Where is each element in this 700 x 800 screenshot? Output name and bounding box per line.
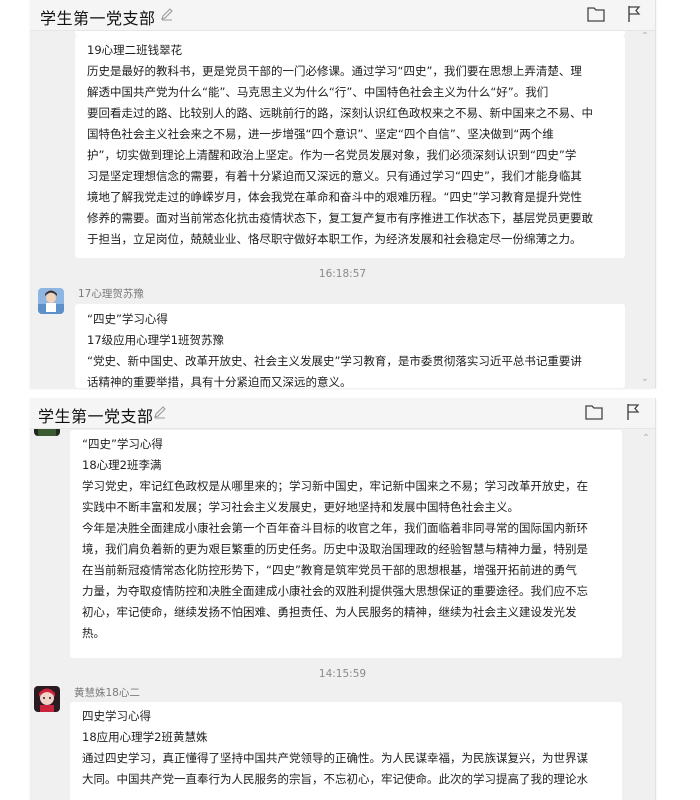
message-line: 今年是决胜全面建成小康社会第一个百年奋斗目标的收官之年，我们面临着非同寻常的国际… — [82, 521, 588, 535]
message-line: 力量，为夺取疫情防控和决胜全面建成小康社会的双胜利提供强大思想保证的重要途径。我… — [82, 584, 588, 598]
message-line: 初心，牢记使命，继续发扬不怕困难、勇担责任、为人民服务的精神，继续为社会主义建设… — [82, 605, 577, 619]
folder-icon[interactable] — [585, 404, 603, 420]
edit-icon[interactable] — [153, 405, 167, 419]
message-bubble: 19心理二班钱翠花 历史是最好的教科书，更是党员干部的一门必修课。通过学习“四史… — [75, 36, 625, 258]
message-bubble: 四史学习心得 18应用心理学2班黄慧姝 通过四史学习，真正懂得了坚持中国共产党领… — [70, 702, 622, 800]
message-line: 话精神的重要举措，具有十分紧迫而又深远的意义。 — [87, 375, 352, 388]
message-line: 修养的需要。面对当前常态化抗击疫情状态下，复工复产复市有序推进工作状态下，基层党… — [87, 211, 593, 225]
sender-name: 17心理贺苏豫 — [78, 288, 144, 300]
message-line: 四史学习心得 — [82, 709, 151, 723]
message-timestamp: 14:15:59 — [318, 668, 367, 680]
message-line: “党史、新中国史、改革开放史、社会主义发展史”学习教育，是市委贯彻落实习近平总书… — [87, 354, 582, 368]
message-line: 国特色社会主义社会来之不易，进一步增强“四个意识”、坚定“四个自信”、坚决做到“… — [87, 127, 554, 141]
message-line: 境，我们肩负着新的更为艰巨繁重的历史任务。历史中汲取治国理政的经验智慧与精神力量… — [82, 542, 588, 556]
message-line: 历史是最好的教科书，更是党员干部的一门必修课。通过学习“四史”，我们要在思想上弄… — [87, 64, 582, 78]
message-line: 解透中国共产党为什么“能”、马克思主义为什么“行”、中国特色社会主义为什么“好”… — [87, 85, 549, 99]
message-line: 习是坚定理想信念的需要，有着十分紧迫而又深远的意义。只有通过学习“四史”，我们才… — [87, 169, 582, 183]
chat-window-top: “四史”心得体会 19心理二班钱翠花 历史是最好的教科书，更是党员干部的一门必修… — [30, 0, 656, 388]
sender-name: 黄慧姝18心二 — [74, 687, 140, 699]
message-line: 17级应用心理学1班贺苏豫 — [87, 333, 224, 347]
flag-icon[interactable] — [627, 5, 641, 23]
message-line: “四史”学习心得 — [87, 312, 168, 326]
message-line: “四史”学习心得 — [82, 437, 163, 451]
message-line: 实践中不断丰富和发展；学习社会主义发展史，更好地坚持和发展中国特色社会主义。 — [82, 500, 519, 514]
chat-title: 学生第一党支部 — [38, 407, 154, 426]
message-line: 护”，切实做到理论上清醒和政治上坚定。作为一名党员发展对象，我们必须深刻认识到“… — [87, 148, 577, 162]
chat-window-bottom: “四史”学习心得 18心理2班李满 学习党史，牢记红色政权是从哪里来的；学习新中… — [30, 398, 656, 800]
folder-icon[interactable] — [587, 6, 605, 22]
chat-titlebar: 学生第一党支部 — [30, 398, 655, 429]
message-line: 在当前新冠疫情常态化防控形势下，“四史”教育是筑牢党员干部的思想根基，增强开拓前… — [82, 563, 577, 577]
message-line: 要回看走过的路、比较别人的路、远眺前行的路，深刻认识红色政权来之不易、新中国来之… — [87, 106, 593, 120]
message-line: 境地了解我党走过的峥嵘岁月，体会我党在革命和奋斗中的艰难历程。“四史”学习教育是… — [87, 190, 582, 204]
message-timestamp: 16:18:57 — [318, 268, 367, 280]
message-line: 18应用心理学2班黄慧姝 — [82, 730, 208, 744]
avatar-image — [38, 288, 64, 314]
message-line: 学习党史，牢记红色政权是从哪里来的；学习新中国史，牢记新中国来之不易；学习改革开… — [82, 479, 588, 493]
avatar-image — [34, 686, 60, 712]
edit-icon[interactable] — [160, 7, 174, 21]
message-line: 热。 — [82, 626, 105, 640]
scroll-up-arrow[interactable]: ⌃ — [640, 32, 650, 42]
message-line: 通过四史学习，真正懂得了坚持中国共产党领导的正确性。为人民谋幸福，为民族谋复兴，… — [82, 751, 588, 765]
chat-title: 学生第一党支部 — [40, 9, 156, 28]
scroll-down-arrow[interactable]: ⌄ — [640, 374, 650, 384]
flag-icon[interactable] — [626, 403, 640, 421]
message-line: 18心理2班李满 — [82, 458, 162, 472]
chat-titlebar: 学生第一党支部 — [30, 0, 655, 31]
scroll-up-arrow[interactable]: ⌃ — [641, 434, 651, 444]
avatar[interactable] — [34, 686, 60, 712]
message-line: 19心理二班钱翠花 — [87, 43, 183, 57]
avatar[interactable] — [38, 288, 64, 314]
message-bubble: “四史”学习心得 17级应用心理学1班贺苏豫 “党史、新中国史、改革开放史、社会… — [75, 304, 625, 388]
message-line: 于担当，立足岗位，兢兢业业、恪尽职守做好本职工作，为经济发展和社会稳定尽一份绵薄… — [87, 232, 582, 246]
message-line: 大同。中国共产党一直奉行为人民服务的宗旨，不忘初心，牢记使命。此次的学习提高了我… — [82, 772, 588, 786]
message-bubble: “四史”学习心得 18心理2班李满 学习党史，牢记红色政权是从哪里来的；学习新中… — [70, 430, 622, 658]
